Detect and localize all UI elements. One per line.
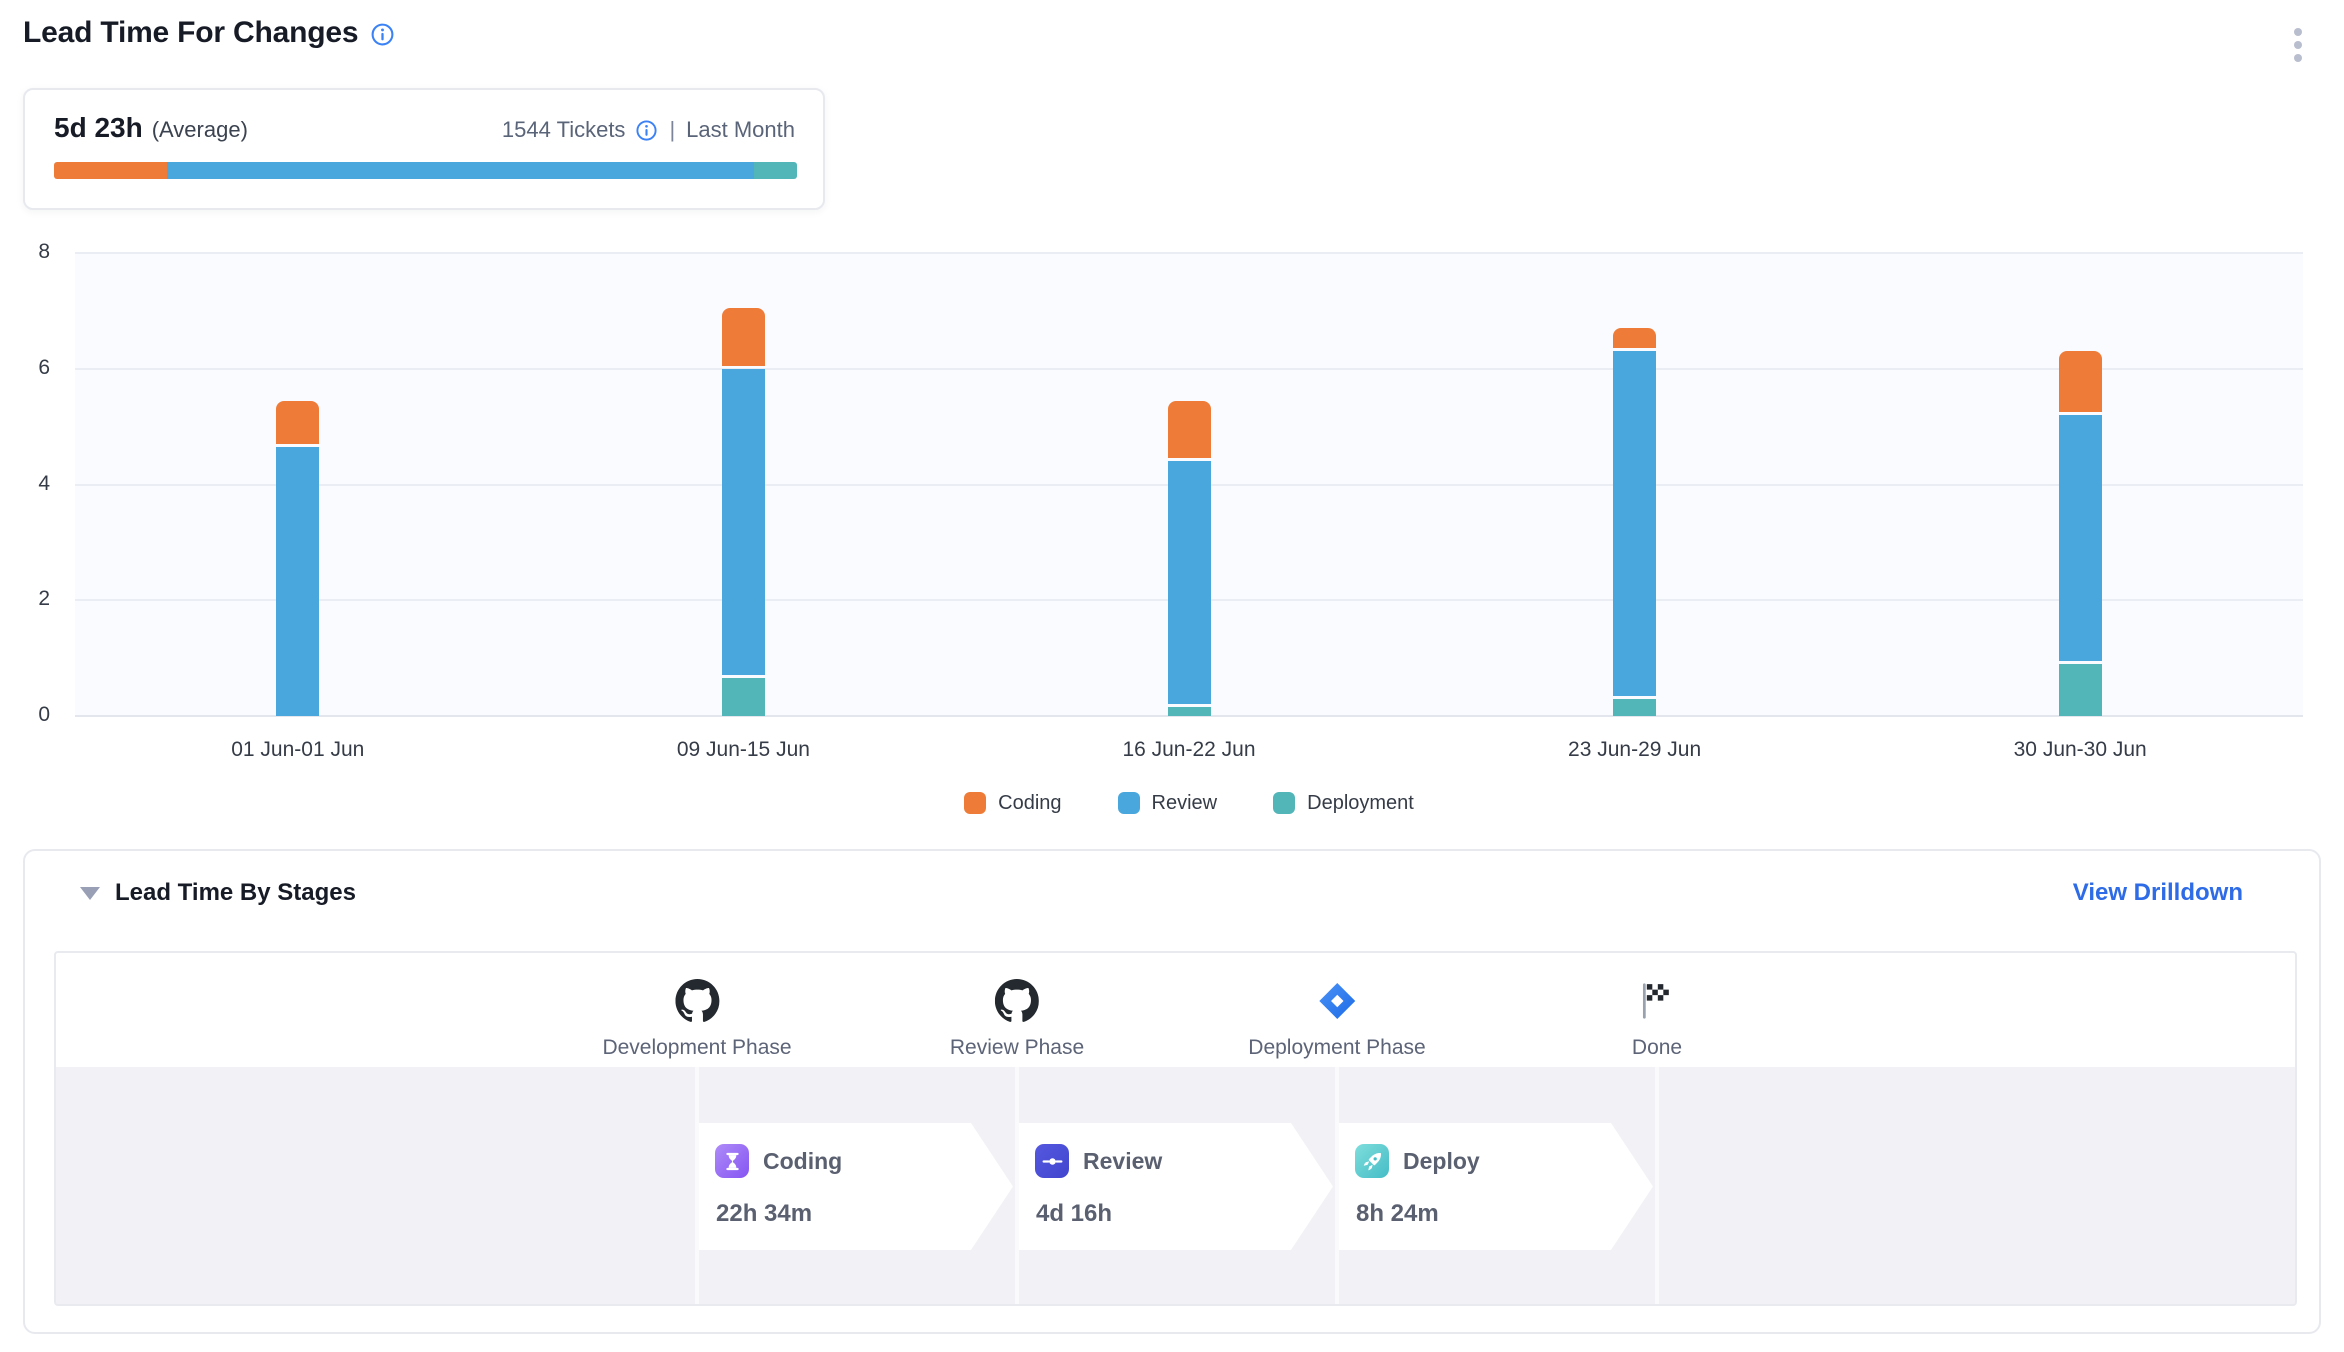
milestone-label: Deployment Phase: [1248, 1036, 1425, 1060]
bar-segment-deployment[interactable]: [1613, 699, 1656, 716]
stage-table-body: Coding 22h 34m Review 4d 16h Deploy 8h 24m: [56, 1067, 2295, 1304]
bar-segment-review[interactable]: [1168, 461, 1211, 704]
stage-card-duration: 4d 16h: [1036, 1200, 1112, 1228]
x-axis-label: 30 Jun-30 Jun: [1930, 738, 2230, 762]
gridline: [75, 252, 2303, 254]
bar-segment-review[interactable]: [722, 369, 765, 676]
github-icon: [995, 979, 1039, 1023]
legend-swatch-coding: [964, 792, 986, 814]
y-axis-label: 0: [6, 703, 50, 727]
y-axis-label: 6: [6, 356, 50, 380]
stage-card-duration: 22h 34m: [716, 1200, 812, 1228]
bar-segment-deployment[interactable]: [2059, 664, 2102, 716]
legend-label: Deployment: [1307, 792, 1414, 815]
git-commit-icon: [1041, 1150, 1064, 1173]
card-icon-wrap: [1355, 1144, 1389, 1178]
y-axis-label: 2: [6, 587, 50, 611]
bar-segment-coding[interactable]: [1168, 401, 1211, 459]
legend-item-deployment[interactable]: Deployment: [1273, 792, 1414, 815]
bar-segment-coding[interactable]: [1613, 328, 1656, 348]
y-axis-label: 8: [6, 240, 50, 264]
gridline: [75, 368, 2303, 370]
bar-segment-review[interactable]: [2059, 415, 2102, 661]
finish-flag-icon: [1635, 979, 1679, 1023]
stage-card-duration: 8h 24m: [1356, 1200, 1439, 1228]
milestone-development-phase: Development Phase: [602, 979, 791, 1060]
bar-segment-coding[interactable]: [276, 401, 319, 444]
x-axis-label: 16 Jun-22 Jun: [1039, 738, 1339, 762]
x-axis-label: 09 Jun-15 Jun: [593, 738, 893, 762]
x-axis-label: 01 Jun-01 Jun: [148, 738, 448, 762]
legend-label: Coding: [998, 792, 1061, 815]
milestone-review-phase: Review Phase: [950, 979, 1084, 1060]
stage-card-label: Coding: [763, 1148, 842, 1175]
stage-card-coding[interactable]: Coding 22h 34m: [699, 1123, 1013, 1250]
legend-swatch-review: [1118, 792, 1140, 814]
legend-item-coding[interactable]: Coding: [964, 792, 1061, 815]
lead-time-widget: Lead Time For Changes 5d 23h (Average) 1…: [0, 0, 2344, 1352]
legend-item-review[interactable]: Review: [1118, 792, 1218, 815]
bar-segment-review[interactable]: [276, 447, 319, 716]
jira-diamond-icon: [1315, 979, 1359, 1023]
y-axis-label: 4: [6, 472, 50, 496]
card-icon-wrap: [715, 1144, 749, 1178]
stage-card-label: Deploy: [1403, 1148, 1480, 1175]
legend-label: Review: [1152, 792, 1218, 815]
bar-segment-deployment[interactable]: [722, 678, 765, 716]
milestone-label: Development Phase: [602, 1036, 791, 1060]
plot-area: [75, 253, 2303, 716]
collapse-chevron-icon[interactable]: [80, 887, 100, 900]
bar-segment-coding[interactable]: [2059, 351, 2102, 412]
stages-header: Lead Time By Stages View Drilldown: [80, 879, 2243, 907]
stage-card-deploy[interactable]: Deploy 8h 24m: [1339, 1123, 1653, 1250]
stage-card-review[interactable]: Review 4d 16h: [1019, 1123, 1333, 1250]
milestone-label: Done: [1632, 1036, 1682, 1060]
legend-swatch-deployment: [1273, 792, 1295, 814]
x-axis-label: 23 Jun-29 Jun: [1485, 738, 1785, 762]
milestone-done: Done: [1632, 979, 1682, 1060]
bar-segment-review[interactable]: [1613, 351, 1656, 695]
column-divider: [695, 1067, 699, 1304]
milestone-deployment-phase: Deployment Phase: [1248, 979, 1425, 1060]
stage-table: Coding 22h 34m Review 4d 16h Deploy 8h 24m De…: [54, 951, 2297, 1306]
hourglass-icon: [721, 1150, 744, 1173]
lead-time-chart: 0 2 4 6 8 01 Jun-01 Jun 09 Jun-15 Jun 16 Jun-22…: [0, 0, 2344, 840]
view-drilldown-link[interactable]: View Drilldown: [2073, 879, 2243, 907]
card-icon-wrap: [1035, 1144, 1069, 1178]
chart-legend: Coding Review Deployment: [75, 790, 2303, 816]
stages-panel: Lead Time By Stages View Drilldown Codin…: [23, 849, 2321, 1334]
bar-segment-deployment[interactable]: [1168, 707, 1211, 716]
column-divider: [1655, 1067, 1659, 1304]
column-divider: [1335, 1067, 1339, 1304]
rocket-icon: [1361, 1150, 1384, 1173]
milestone-label: Review Phase: [950, 1036, 1084, 1060]
stage-card-label: Review: [1083, 1148, 1162, 1175]
bar-segment-coding[interactable]: [722, 308, 765, 366]
column-divider: [1015, 1067, 1019, 1304]
github-icon: [675, 979, 719, 1023]
stages-title: Lead Time By Stages: [115, 879, 356, 907]
